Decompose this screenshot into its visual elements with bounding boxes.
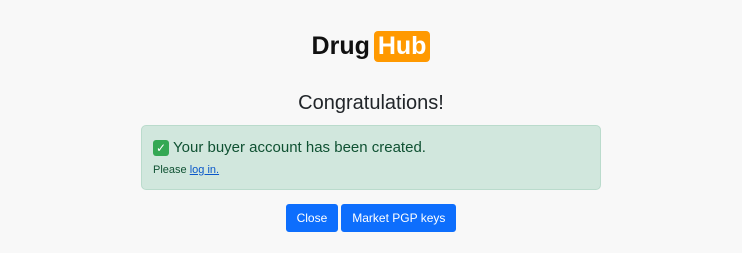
logo-word: Drug	[311, 32, 370, 60]
market-pgp-keys-button[interactable]: Market PGP keys	[341, 204, 457, 232]
page-title: Congratulations!	[298, 92, 444, 114]
alert-subtext: Please log in.	[153, 163, 589, 178]
alert-message-row: ✓ Your buyer account has been created.	[153, 138, 589, 158]
close-button[interactable]: Close	[285, 204, 339, 232]
site-logo: Drug Hub	[0, 31, 742, 62]
success-alert: ✓ Your buyer account has been created. P…	[141, 125, 601, 190]
login-link[interactable]: log in.	[190, 164, 219, 176]
action-buttons: Close Market PGP keys	[0, 204, 742, 232]
alert-sub-prefix: Please	[153, 164, 187, 176]
check-mark-icon: ✓	[153, 140, 169, 156]
alert-message: Your buyer account has been created.	[173, 139, 426, 156]
logo-badge: Hub	[373, 31, 431, 62]
